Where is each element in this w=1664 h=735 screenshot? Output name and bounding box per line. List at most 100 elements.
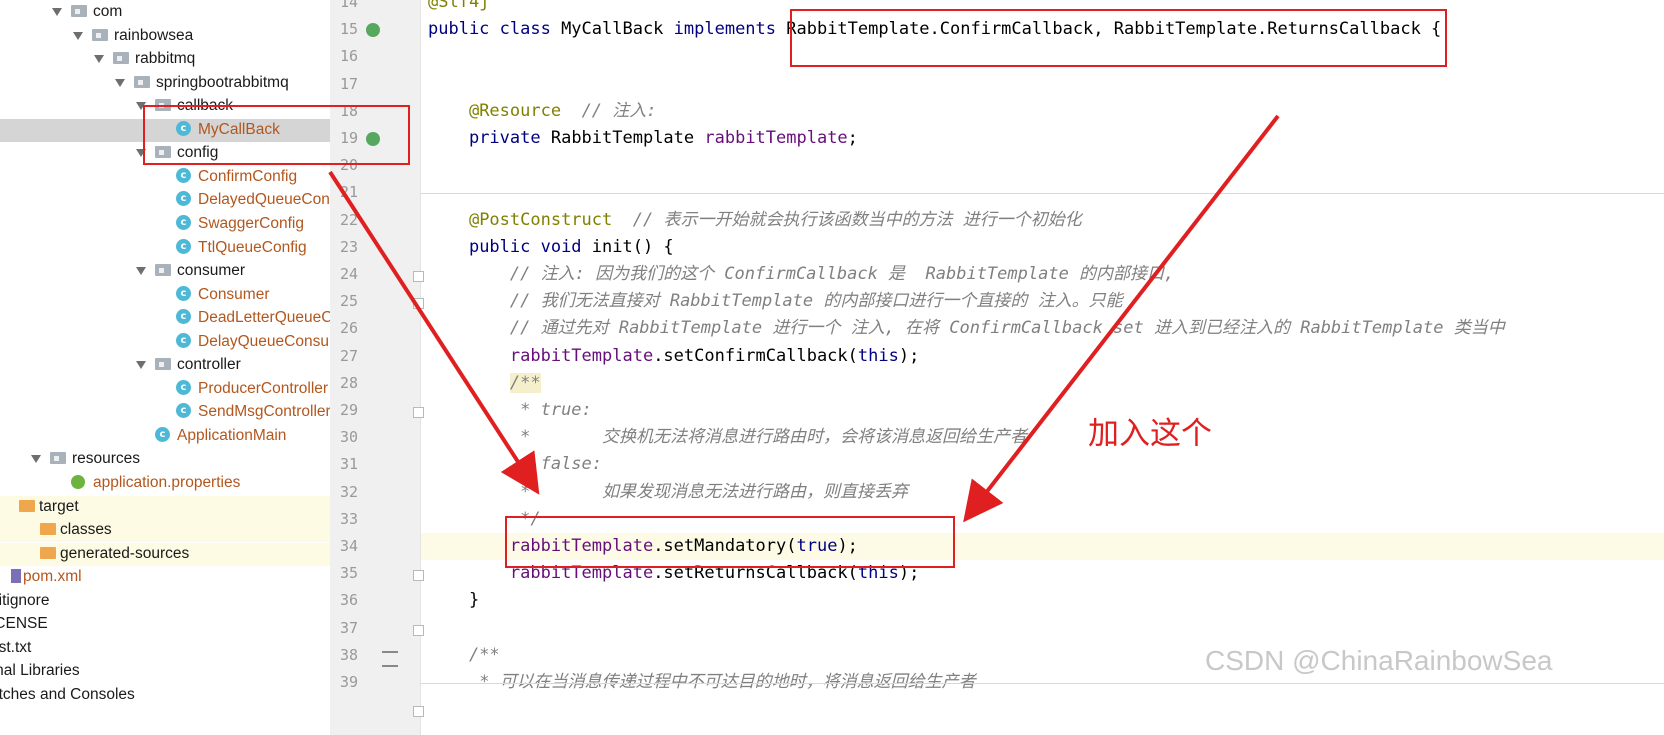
tree-item-label: resources — [72, 450, 141, 468]
tree-item-label: ProducerController — [198, 379, 329, 397]
tree-item[interactable]: c DelayedQueueConfig — [0, 189, 330, 212]
line-number: 26 — [339, 319, 358, 338]
tree-item-label: ICENSE — [0, 615, 48, 633]
tree-item[interactable]: c SendMsgController — [0, 401, 330, 424]
method-separator — [421, 193, 1664, 195]
tree-item[interactable]: gitignore — [0, 590, 330, 613]
tree-item[interactable]: springbootrabbitmq — [0, 72, 330, 95]
render-doc-icon[interactable] — [382, 650, 398, 667]
highlight-box-setmandatory — [505, 516, 955, 568]
folder-icon — [155, 358, 171, 371]
code-token: .setConfirmCallback( — [653, 345, 858, 366]
tree-item[interactable]: com — [0, 1, 330, 24]
code-line[interactable] — [421, 152, 1664, 179]
code-line[interactable]: * 交换机无法将消息进行路由时，会将该消息返回给生产者 — [421, 424, 1664, 451]
code-line[interactable]: // 通过先对 RabbitTemplate 进行一个 注入, 在将 Confi… — [421, 315, 1664, 342]
code-line[interactable]: @PostConstruct // 表示一开始就会执行该函数当中的方法 进行一个… — [421, 207, 1664, 234]
code-token: private — [468, 128, 551, 148]
code-token: // 注入: — [581, 100, 657, 121]
tree-item[interactable]: controller — [0, 354, 330, 377]
expand-arrow-icon[interactable] — [136, 361, 146, 370]
tree-item[interactable]: c TtlQueueConfig — [0, 237, 330, 260]
tree-item-label: generated-sources — [60, 544, 190, 562]
class-icon: c — [176, 309, 191, 325]
code-token: init() { — [591, 236, 674, 257]
code-line[interactable]: // 我们无法直接对 RabbitTemplate 的内部接口进行一个直接的 注… — [421, 288, 1664, 315]
tree-item[interactable]: c SwaggerConfig — [0, 213, 330, 236]
tree-item-label: pom.xml — [23, 568, 82, 586]
line-number: 33 — [339, 509, 358, 528]
tree-item-label: DelayedQueueConfig — [198, 191, 330, 209]
tree-item[interactable]: ICENSE — [0, 613, 330, 636]
line-number: 28 — [339, 373, 358, 392]
folder-icon — [40, 546, 56, 559]
code-token: implements — [673, 19, 787, 40]
implements-gutter-icon[interactable] — [366, 23, 380, 38]
tree-item[interactable]: c DeadLetterQueueCon — [0, 307, 330, 330]
tree-item[interactable]: rnal Libraries — [0, 660, 330, 683]
code-token: @Resource — [468, 100, 562, 121]
tree-item[interactable]: c ApplicationMain — [0, 425, 330, 448]
tree-item[interactable]: c DelayQueueConsumer — [0, 331, 330, 354]
line-number: 35 — [339, 564, 358, 583]
code-line[interactable]: * true: — [421, 397, 1664, 424]
expand-arrow-icon[interactable] — [136, 267, 146, 276]
code-token: @PostConstruct — [468, 209, 613, 230]
code-token: * 交换机无法将消息进行路由时，会将该消息返回给生产者 — [520, 427, 1028, 448]
tree-item[interactable]: est.txt — [0, 637, 330, 660]
code-token: } — [428, 590, 480, 611]
code-line[interactable] — [421, 71, 1664, 98]
tree-item[interactable]: resources — [0, 448, 330, 471]
watermark: CSDN @ChinaRainbowSea — [1205, 645, 1553, 676]
code-line[interactable]: private RabbitTemplate rabbitTemplate; — [421, 125, 1664, 152]
code-line[interactable]: /** — [421, 370, 1664, 397]
class-icon: c — [176, 403, 191, 419]
tree-item[interactable]: rabbitmq — [0, 48, 330, 71]
tree-item[interactable]: rainbowsea — [0, 25, 330, 48]
expand-arrow-icon[interactable] — [94, 55, 104, 64]
maven-file-icon — [11, 569, 21, 584]
code-line[interactable]: * false: — [421, 451, 1664, 478]
code-token: public void — [468, 236, 592, 257]
code-line[interactable] — [421, 615, 1664, 642]
tree-item[interactable]: application.properties — [0, 472, 330, 495]
tree-item-label: SendMsgController — [198, 403, 330, 421]
tree-item-label: gitignore — [0, 591, 50, 609]
tree-item[interactable]: target — [0, 495, 330, 519]
expand-arrow-icon[interactable] — [52, 8, 62, 16]
tree-item[interactable]: c Consumer — [0, 284, 330, 307]
tree-item[interactable]: c ProducerController — [0, 378, 330, 401]
code-line[interactable]: public void init() { — [421, 234, 1664, 261]
tree-item-label: application.properties — [93, 474, 241, 491]
folder-icon — [40, 523, 56, 536]
expand-arrow-icon[interactable] — [31, 455, 41, 464]
code-line[interactable]: rabbitTemplate.setConfirmCallback(this); — [421, 343, 1664, 370]
code-line[interactable]: } — [421, 587, 1664, 614]
tree-item[interactable]: c ConfirmConfig — [0, 166, 330, 189]
class-icon: c — [176, 238, 191, 254]
tree-item[interactable]: consumer — [0, 260, 330, 283]
code-token: /** — [468, 644, 500, 665]
code-editor[interactable]: @Slf4j public class MyCallBack implements… — [421, 0, 1664, 735]
code-line[interactable]: // 注入: 因为我们的这个 ConfirmCallback 是 RabbitT… — [421, 261, 1664, 288]
code-token: /** — [509, 372, 541, 393]
code-line[interactable]: * 如果发现消息无法进行路由，则直接丢弃 — [421, 479, 1664, 506]
code-token: * false: — [520, 454, 603, 475]
folder-icon — [155, 264, 171, 277]
line-number: 17 — [339, 74, 358, 93]
code-token: // 通过先对 RabbitTemplate 进行一个 注入, 在将 Confi… — [509, 318, 1505, 339]
line-number: 14 — [339, 0, 358, 11]
expand-arrow-icon[interactable] — [115, 78, 125, 87]
tree-item[interactable]: classes — [0, 519, 330, 543]
tree-item[interactable]: pom.xml — [0, 566, 330, 589]
expand-arrow-icon[interactable] — [73, 31, 83, 40]
tree-item[interactable]: generated-sources — [0, 542, 330, 566]
folder-icon — [19, 499, 35, 512]
line-number: 39 — [339, 673, 358, 691]
code-line[interactable]: @Resource // 注入: — [421, 98, 1664, 125]
tree-item[interactable]: atches and Consoles — [0, 684, 330, 707]
